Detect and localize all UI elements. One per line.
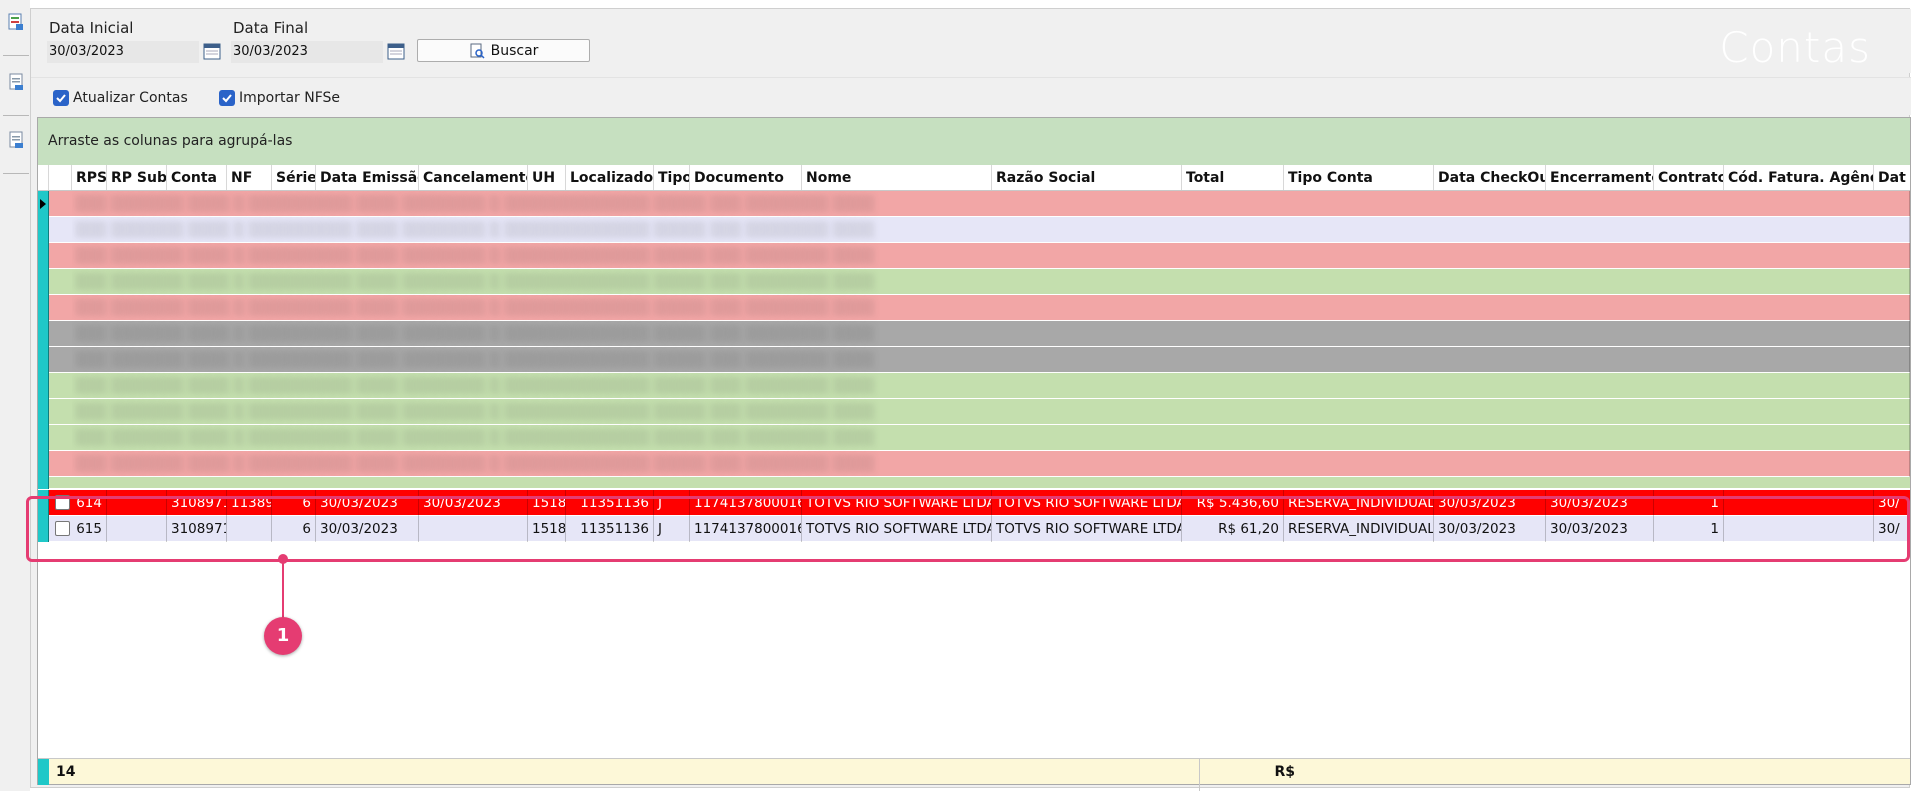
data-final-label: Data Final bbox=[233, 19, 309, 37]
header-dat[interactable]: Dat bbox=[1874, 165, 1910, 190]
row-indicator bbox=[38, 425, 49, 451]
data-inicial-label: Data Inicial bbox=[49, 19, 134, 37]
row-indicator bbox=[38, 321, 49, 347]
header-uh[interactable]: UH bbox=[528, 165, 566, 190]
header-conta[interactable]: Conta bbox=[167, 165, 227, 190]
table-row[interactable]: ░░░ ░░░░░░░ ░░░░ ░ ░░░░░░░░░░ ░░░░ ░░░░░… bbox=[38, 217, 1910, 243]
table-row[interactable]: ░░░ ░░░░░░░ ░░░░ ░ ░░░░░░░░░░ ░░░░ ░░░░░… bbox=[38, 425, 1910, 451]
data-inicial-input[interactable]: 30/03/2023 bbox=[47, 41, 199, 63]
table-row[interactable] bbox=[38, 477, 1910, 489]
table-row[interactable]: ░░░ ░░░░░░░ ░░░░ ░ ░░░░░░░░░░ ░░░░ ░░░░░… bbox=[38, 347, 1910, 373]
header-total[interactable]: Total bbox=[1182, 165, 1284, 190]
search-document-icon bbox=[470, 43, 485, 59]
atualizar-contas-label: Atualizar Contas bbox=[73, 90, 188, 106]
header-encerramento[interactable]: Encerramento bbox=[1546, 165, 1654, 190]
row-blurred-content: ░░░ ░░░░░░░ ░░░░ ░ ░░░░░░░░░░ ░░░░ ░░░░░… bbox=[72, 373, 1910, 399]
header-contrato[interactable]: Contrato bbox=[1654, 165, 1724, 190]
grid-header: RPS RP Sub. Conta NF Série Data Emissão … bbox=[38, 165, 1910, 191]
header-nome[interactable]: Nome bbox=[802, 165, 992, 190]
options-bar: Atualizar Contas Importar NFSe bbox=[31, 77, 1911, 115]
highlight-box bbox=[26, 496, 1910, 562]
row-indicator bbox=[38, 347, 49, 373]
table-row[interactable]: ░░░ ░░░░░░░ ░░░░ ░ ░░░░░░░░░░ ░░░░ ░░░░░… bbox=[38, 373, 1910, 399]
data-final-input[interactable]: 30/03/2023 bbox=[231, 41, 383, 63]
brand-title: Contas bbox=[1719, 23, 1871, 72]
row-indicator bbox=[38, 217, 49, 243]
row-blurred-content: ░░░ ░░░░░░░ ░░░░ ░ ░░░░░░░░░░ ░░░░ ░░░░░… bbox=[72, 217, 1910, 243]
header-tipo[interactable]: Tipo bbox=[654, 165, 690, 190]
row-indicator bbox=[38, 191, 49, 217]
header-rps[interactable]: RPS bbox=[72, 165, 107, 190]
header-localizador[interactable]: Localizador bbox=[566, 165, 654, 190]
buscar-label: Buscar bbox=[490, 42, 539, 59]
row-blurred-content: ░░░ ░░░░░░░ ░░░░ ░ ░░░░░░░░░░ ░░░░ ░░░░░… bbox=[72, 191, 1910, 217]
buscar-button[interactable]: Buscar bbox=[417, 39, 590, 62]
table-row[interactable]: ░░░ ░░░░░░░ ░░░░ ░ ░░░░░░░░░░ ░░░░ ░░░░░… bbox=[38, 451, 1910, 477]
vertical-toolbar bbox=[0, 0, 30, 791]
toolbar-button-document-2[interactable] bbox=[3, 118, 29, 174]
grid-rows: ░░░ ░░░░░░░ ░░░░ ░ ░░░░░░░░░░ ░░░░ ░░░░░… bbox=[38, 191, 1910, 631]
header-cancelamento[interactable]: Cancelamento bbox=[419, 165, 528, 190]
checkbox-checked-icon bbox=[53, 90, 69, 106]
row-blurred-content: ░░░ ░░░░░░░ ░░░░ ░ ░░░░░░░░░░ ░░░░ ░░░░░… bbox=[72, 295, 1910, 321]
footer-indicator bbox=[38, 759, 49, 785]
atualizar-contas-checkbox[interactable]: Atualizar Contas bbox=[53, 90, 188, 106]
checkbox-checked-icon bbox=[219, 90, 235, 106]
header-indicator bbox=[38, 165, 49, 190]
row-indicator bbox=[38, 477, 49, 489]
table-row[interactable]: ░░░ ░░░░░░░ ░░░░ ░ ░░░░░░░░░░ ░░░░ ░░░░░… bbox=[38, 243, 1910, 269]
importar-nfse-checkbox[interactable]: Importar NFSe bbox=[219, 90, 340, 106]
row-indicator bbox=[38, 295, 49, 321]
toolbar-button-report[interactable] bbox=[3, 0, 29, 56]
header-nf[interactable]: NF bbox=[227, 165, 272, 190]
header-data-emissao[interactable]: Data Emissão bbox=[316, 165, 419, 190]
table-row[interactable]: ░░░ ░░░░░░░ ░░░░ ░ ░░░░░░░░░░ ░░░░ ░░░░░… bbox=[38, 295, 1910, 321]
row-blurred-content: ░░░ ░░░░░░░ ░░░░ ░ ░░░░░░░░░░ ░░░░ ░░░░░… bbox=[72, 347, 1910, 373]
group-by-bar[interactable]: Arraste as colunas para agrupá-las bbox=[38, 118, 1910, 165]
header-razao-social[interactable]: Razão Social bbox=[992, 165, 1182, 190]
table-row[interactable]: ░░░ ░░░░░░░ ░░░░ ░ ░░░░░░░░░░ ░░░░ ░░░░░… bbox=[38, 191, 1910, 217]
row-blurred-content: ░░░ ░░░░░░░ ░░░░ ░ ░░░░░░░░░░ ░░░░ ░░░░░… bbox=[72, 451, 1910, 477]
header-cod-fatura-agencia[interactable]: Cód. Fatura. Agência bbox=[1724, 165, 1874, 190]
header-rp-sub[interactable]: RP Sub. bbox=[107, 165, 167, 190]
contas-grid: Arraste as colunas para agrupá-las RPS R… bbox=[37, 117, 1911, 791]
row-indicator bbox=[38, 373, 49, 399]
row-indicator bbox=[38, 399, 49, 425]
document-icon bbox=[9, 131, 23, 148]
header-serie[interactable]: Série bbox=[272, 165, 316, 190]
document-icon bbox=[9, 73, 23, 90]
contas-panel: Data Inicial 30/03/2023 Data Final 30/03… bbox=[30, 8, 1911, 791]
row-indicator bbox=[38, 243, 49, 269]
filter-bar: Data Inicial 30/03/2023 Data Final 30/03… bbox=[31, 9, 1911, 73]
row-blurred-content: ░░░ ░░░░░░░ ░░░░ ░ ░░░░░░░░░░ ░░░░ ░░░░░… bbox=[72, 321, 1910, 347]
toolbar-button-document[interactable] bbox=[3, 60, 29, 116]
row-blurred-content: ░░░ ░░░░░░░ ░░░░ ░ ░░░░░░░░░░ ░░░░ ░░░░░… bbox=[72, 269, 1910, 295]
header-documento[interactable]: Documento bbox=[690, 165, 802, 190]
footer-count: 14 bbox=[56, 764, 76, 780]
footer-total: R$ 34.147,05 bbox=[1199, 759, 1299, 791]
callout-line bbox=[282, 558, 284, 618]
table-row[interactable]: ░░░ ░░░░░░░ ░░░░ ░ ░░░░░░░░░░ ░░░░ ░░░░░… bbox=[38, 399, 1910, 425]
callout-badge: 1 bbox=[264, 617, 302, 655]
header-tipo-conta[interactable]: Tipo Conta bbox=[1284, 165, 1434, 190]
header-data-checkout[interactable]: Data CheckOut bbox=[1434, 165, 1546, 190]
row-blurred-content: ░░░ ░░░░░░░ ░░░░ ░ ░░░░░░░░░░ ░░░░ ░░░░░… bbox=[72, 399, 1910, 425]
table-row[interactable]: ░░░ ░░░░░░░ ░░░░ ░ ░░░░░░░░░░ ░░░░ ░░░░░… bbox=[38, 269, 1910, 295]
row-blurred-content: ░░░ ░░░░░░░ ░░░░ ░ ░░░░░░░░░░ ░░░░ ░░░░░… bbox=[72, 425, 1910, 451]
current-row-arrow-icon bbox=[40, 199, 46, 209]
header-select[interactable] bbox=[49, 165, 72, 190]
table-row[interactable]: ░░░ ░░░░░░░ ░░░░ ░ ░░░░░░░░░░ ░░░░ ░░░░░… bbox=[38, 321, 1910, 347]
row-indicator bbox=[38, 269, 49, 295]
report-icon bbox=[8, 13, 23, 30]
calendar-icon[interactable] bbox=[387, 42, 405, 60]
importar-nfse-label: Importar NFSe bbox=[239, 90, 341, 106]
row-indicator bbox=[38, 451, 49, 477]
row-blurred-content: ░░░ ░░░░░░░ ░░░░ ░ ░░░░░░░░░░ ░░░░ ░░░░░… bbox=[72, 243, 1910, 269]
calendar-icon[interactable] bbox=[203, 42, 221, 60]
grid-footer: 14 R$ 34.147,05 bbox=[38, 758, 1910, 791]
